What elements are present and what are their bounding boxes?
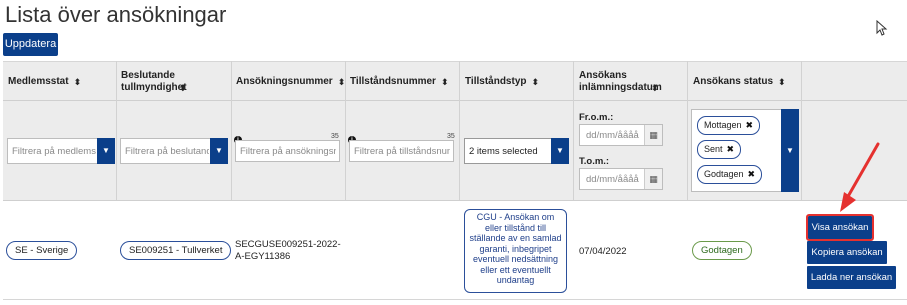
remove-chip-icon[interactable]: ✖ xyxy=(727,144,735,154)
copy-application-button[interactable]: Kopiera ansökan xyxy=(807,241,887,264)
column-header-member-state[interactable]: Medlemsstat ⬍ xyxy=(8,62,118,102)
filter-placeholder: Filtrera på medlemsstat xyxy=(12,146,96,157)
status-badge: Godtagen xyxy=(692,241,752,260)
column-label: Beslutande tullmyndighet xyxy=(121,70,187,93)
application-number: SECGUSE009251-2022- A-EGY11386 xyxy=(235,239,341,262)
column-header-submission-date[interactable]: Ansökans inlämningsdatum ⬍ xyxy=(579,62,687,102)
permit-number-filter[interactable]: Filtrera på tillståndsnummer xyxy=(349,140,454,162)
annotation-arrow-icon xyxy=(840,142,880,212)
date-from-label: Fr.o.m.: xyxy=(579,112,614,123)
calendar-icon[interactable]: ▦ xyxy=(644,169,662,189)
chevron-down-icon[interactable]: ▼ xyxy=(210,138,228,164)
mouse-pointer-icon xyxy=(876,20,888,36)
date-to-label: T.o.m.: xyxy=(579,156,610,167)
column-divider xyxy=(231,61,232,200)
table-header-row: Medlemsstat ⬍ Beslutande tullmyndighet ⬍ A… xyxy=(3,61,907,101)
column-label: Ansökans inlämningsdatum xyxy=(579,70,662,93)
chevron-down-icon[interactable]: ▼ xyxy=(781,109,799,192)
table-filter-row: Filtrera på medlemsstat ▼ Filtrera på be… xyxy=(3,101,907,201)
sort-icon[interactable]: ⬍ xyxy=(778,76,786,88)
submission-date: 07/04/2022 xyxy=(579,246,627,257)
chevron-down-icon[interactable]: ▼ xyxy=(97,138,115,164)
view-application-button[interactable]: Visa ansökan xyxy=(806,214,874,241)
status-filter[interactable]: Mottagen ✖ Sent ✖ Godtagen ✖ ▼ xyxy=(691,109,799,192)
permit-type-description: CGU - Ansökan om eller tillstånd till st… xyxy=(464,209,567,293)
date-from-input[interactable]: dd/mm/åååå ▦ xyxy=(579,124,663,146)
column-divider xyxy=(801,61,802,200)
remove-chip-icon[interactable]: ✖ xyxy=(748,169,756,179)
calendar-icon[interactable]: ▦ xyxy=(644,125,662,145)
char-counter: 35 xyxy=(331,133,339,140)
sort-icon[interactable]: ⬍ xyxy=(651,82,659,94)
sort-icon[interactable]: ⬍ xyxy=(74,76,82,88)
column-header-permit-number[interactable]: Tillståndsnummer ⬍ xyxy=(350,62,460,102)
date-placeholder: dd/mm/åååå xyxy=(586,174,639,185)
column-label: Medlemsstat xyxy=(8,76,69,87)
download-application-button[interactable]: Ladda ner ansökan xyxy=(807,266,896,289)
char-counter: 35 xyxy=(447,133,455,140)
column-label: Tillståndsnummer xyxy=(350,76,436,87)
member-state-filter[interactable]: Filtrera på medlemsstat ▼ xyxy=(7,138,115,164)
remove-chip-icon[interactable]: ✖ xyxy=(746,120,754,130)
application-list-page: Lista över ansökningar Uppdatera Medlems… xyxy=(0,0,907,305)
customs-authority-filter[interactable]: Filtrera på beslutande tullmyndighet ▼ xyxy=(120,138,228,164)
column-label: Ansökningsnummer xyxy=(236,76,333,87)
column-label: Ansökans status xyxy=(693,76,774,87)
table-row: SE - Sverige SE009251 - Tullverket SECGU… xyxy=(3,201,907,300)
filter-placeholder: Filtrera på beslutande tullmyndighet xyxy=(125,146,209,157)
column-header-customs-authority[interactable]: Beslutande tullmyndighet ⬍ xyxy=(121,62,231,102)
date-to-input[interactable]: dd/mm/åååå ▦ xyxy=(579,168,663,190)
page-title: Lista över ansökningar xyxy=(5,2,227,27)
column-divider xyxy=(116,61,117,200)
applications-table: Medlemsstat ⬍ Beslutande tullmyndighet ⬍ A… xyxy=(3,61,907,302)
column-divider xyxy=(459,61,460,200)
status-chip[interactable]: Sent ✖ xyxy=(697,140,742,159)
sort-icon[interactable]: ⬍ xyxy=(532,76,540,88)
column-divider xyxy=(345,61,346,200)
column-divider xyxy=(573,61,574,200)
permit-type-filter[interactable]: 2 items selected ▼ xyxy=(464,138,569,164)
filter-placeholder: Filtrera på tillståndsnummer xyxy=(354,146,450,157)
status-chip[interactable]: Godtagen ✖ xyxy=(697,165,763,184)
status-chip[interactable]: Mottagen ✖ xyxy=(697,116,761,135)
sort-icon[interactable]: ⬍ xyxy=(179,82,187,94)
filter-placeholder: Filtrera på ansökningsnummer xyxy=(240,146,336,157)
column-header-permit-type[interactable]: Tillståndstyp ⬍ xyxy=(465,62,575,102)
permit-type-selected: 2 items selected xyxy=(469,146,538,157)
column-header-status[interactable]: Ansökans status ⬍ xyxy=(693,62,801,102)
application-number-filter[interactable]: Filtrera på ansökningsnummer xyxy=(235,140,340,162)
column-header-application-number[interactable]: Ansökningsnummer ⬍ xyxy=(236,62,348,102)
chevron-down-icon[interactable]: ▼ xyxy=(551,138,569,164)
member-state-badge: SE - Sverige xyxy=(6,241,78,260)
column-label: Tillståndstyp xyxy=(465,76,527,87)
refresh-button[interactable]: Uppdatera xyxy=(3,33,58,56)
date-placeholder: dd/mm/åååå xyxy=(586,130,639,141)
sort-icon[interactable]: ⬍ xyxy=(441,76,449,88)
column-divider xyxy=(687,61,688,200)
customs-authority-badge: SE009251 - Tullverket xyxy=(120,241,232,260)
